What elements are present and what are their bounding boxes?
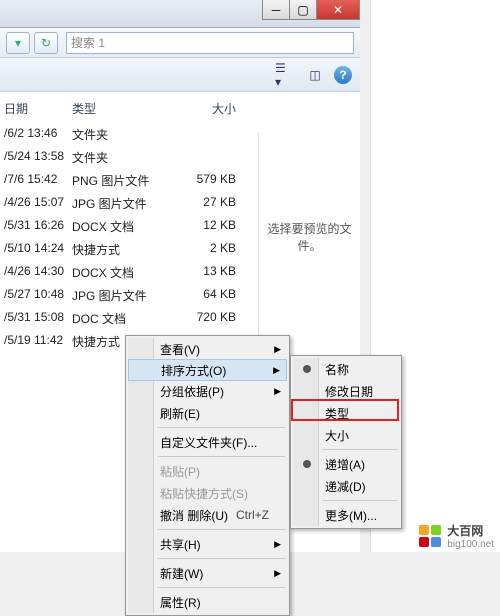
preview-pane-button[interactable]: ◫	[304, 65, 326, 85]
sort-submenu[interactable]: 名称 修改日期 类型 大小 递增(A) 递减(D) 更多(M)...	[290, 355, 402, 529]
file-list[interactable]: 日期 类型 大小 /6/2 13:46文件夹/5/24 13:58文件夹/7/6…	[0, 92, 258, 359]
close-button[interactable]: ✕	[316, 0, 360, 20]
menu-refresh[interactable]: 刷新(E)	[128, 402, 287, 424]
maximize-button[interactable]: ▢	[289, 0, 317, 20]
file-row[interactable]: /5/10 14:24快捷方式2 KB	[0, 238, 258, 261]
file-row[interactable]: /4/26 15:07JPG 图片文件27 KB	[0, 192, 258, 215]
menu-sort[interactable]: 排序方式(O)▶	[128, 359, 287, 381]
column-headers[interactable]: 日期 类型 大小	[0, 98, 258, 119]
menu-customize[interactable]: 自定义文件夹(F)...	[128, 431, 287, 453]
col-size[interactable]: 大小	[168, 100, 246, 117]
refresh-button[interactable]: ↻	[34, 32, 58, 54]
sort-asc[interactable]: 递增(A)	[293, 453, 399, 475]
help-button[interactable]: ?	[334, 66, 352, 84]
menu-view[interactable]: 查看(V)▶	[128, 338, 287, 360]
file-row[interactable]: /7/6 15:42PNG 图片文件579 KB	[0, 169, 258, 192]
preview-pane: 选择要预览的文件。	[258, 132, 360, 342]
sort-more[interactable]: 更多(M)...	[293, 504, 399, 526]
preview-hint: 选择要预览的文件。	[265, 220, 354, 254]
menu-paste: 粘贴(P)	[128, 460, 287, 482]
menu-properties[interactable]: 属性(R)	[128, 591, 287, 613]
command-bar: ☰ ▾ ◫ ?	[0, 58, 360, 92]
file-row[interactable]: /5/27 10:48JPG 图片文件64 KB	[0, 284, 258, 307]
view-options-button[interactable]: ☰ ▾	[274, 65, 296, 85]
search-input[interactable]: 搜索 1	[66, 32, 354, 54]
menu-group[interactable]: 分组依据(P)▶	[128, 380, 287, 402]
sort-desc[interactable]: 递减(D)	[293, 475, 399, 497]
sort-name[interactable]: 名称	[293, 358, 399, 380]
file-row[interactable]: /5/31 15:08DOC 文档720 KB	[0, 307, 258, 330]
watermark: 大百网 big100.net	[419, 522, 494, 550]
titlebar: ─ ▢ ✕	[0, 0, 360, 28]
file-row[interactable]: /6/2 13:46文件夹	[0, 123, 258, 146]
context-menu[interactable]: 查看(V)▶ 排序方式(O)▶ 分组依据(P)▶ 刷新(E) 自定义文件夹(F)…	[125, 335, 290, 616]
file-row[interactable]: /5/31 16:26DOCX 文档12 KB	[0, 215, 258, 238]
radio-icon	[303, 365, 311, 373]
col-type[interactable]: 类型	[72, 100, 168, 117]
nav-dropdown-button[interactable]: ▾	[6, 32, 30, 54]
address-toolbar: ▾ ↻ 搜索 1	[0, 28, 360, 58]
menu-new[interactable]: 新建(W)▶	[128, 562, 287, 584]
file-row[interactable]: /4/26 14:30DOCX 文档13 KB	[0, 261, 258, 284]
radio-icon	[303, 460, 311, 468]
file-row[interactable]: /5/24 13:58文件夹	[0, 146, 258, 169]
sort-date[interactable]: 修改日期	[293, 380, 399, 402]
col-date[interactable]: 日期	[0, 100, 72, 117]
menu-paste-shortcut: 粘贴快捷方式(S)	[128, 482, 287, 504]
logo-icon	[419, 525, 441, 547]
minimize-button[interactable]: ─	[262, 0, 290, 20]
sort-size[interactable]: 大小	[293, 424, 399, 446]
menu-undo[interactable]: 撤消 删除(U)Ctrl+Z	[128, 504, 287, 526]
sort-type[interactable]: 类型	[293, 402, 399, 424]
